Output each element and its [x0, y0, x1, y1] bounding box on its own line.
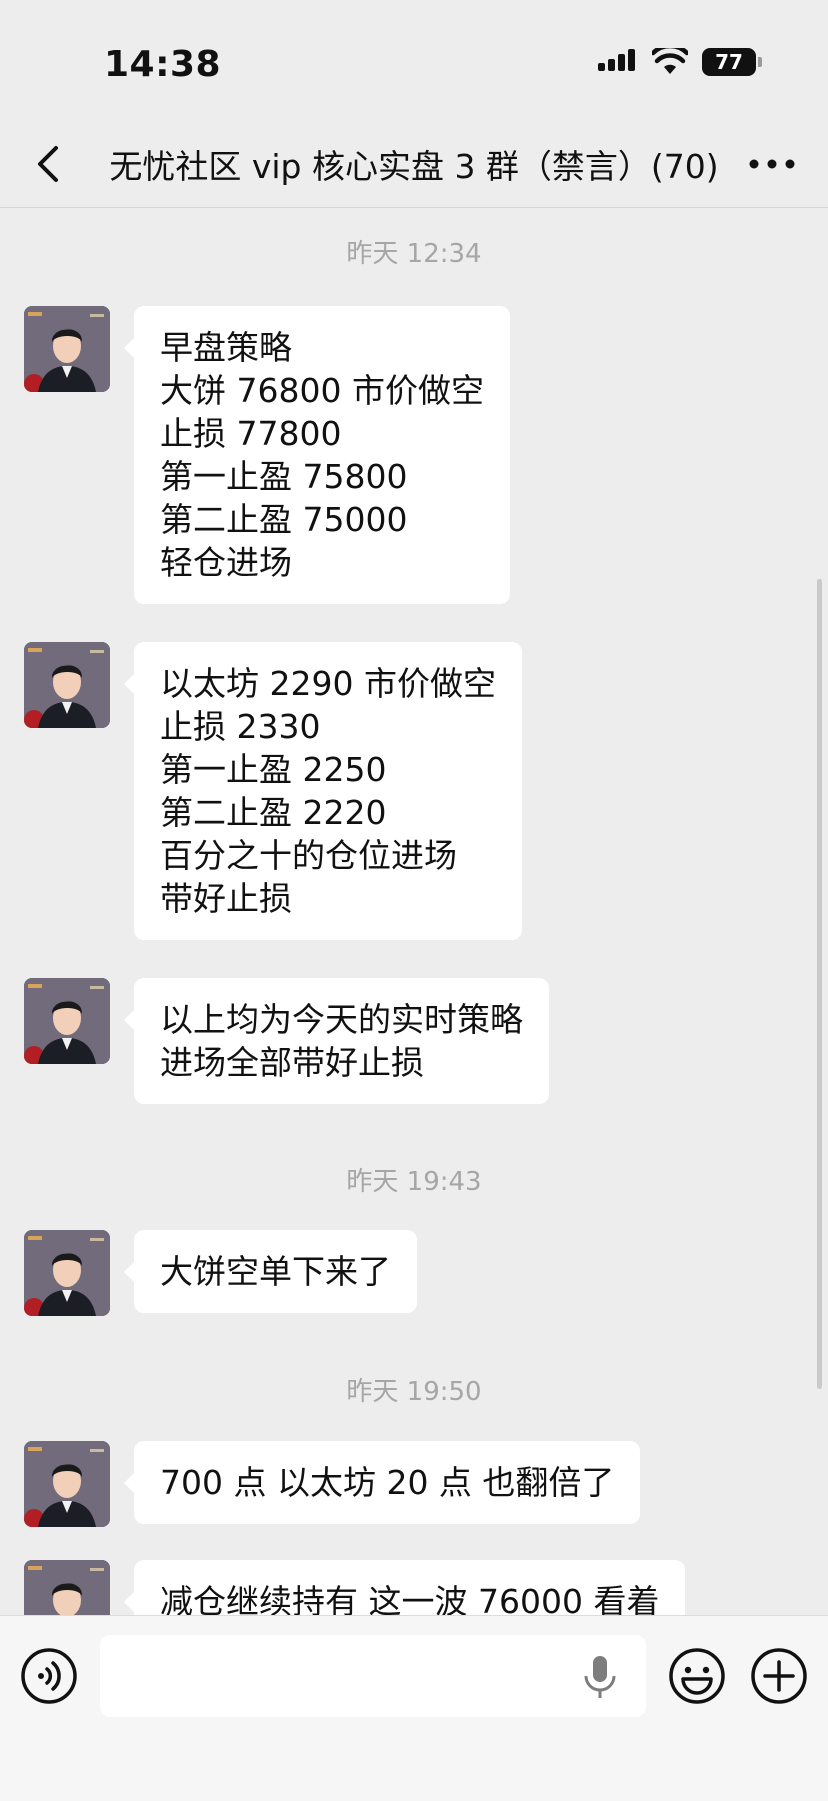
chevron-left-icon[interactable] — [28, 142, 72, 186]
scrollbar[interactable] — [817, 579, 822, 1389]
message-bubble[interactable]: 以太坊 2290 市价做空 止损 2330 第一止盈 2250 第二止盈 222… — [124, 642, 522, 940]
status-bar: 14:38 77 — [0, 0, 828, 120]
timestamp-separator: 昨天 12:34 — [346, 239, 482, 269]
more-horizontal-icon[interactable] — [746, 142, 798, 186]
avatar-image — [24, 1441, 110, 1527]
microphone-icon[interactable] — [582, 1654, 618, 1700]
avatar-image — [24, 642, 110, 728]
emoji-icon[interactable] — [668, 1647, 726, 1705]
message-bubble[interactable]: 减仓继续持有 这一波 76000 看着 — [123, 1560, 686, 1615]
status-time: 14:38 — [104, 44, 222, 85]
plus-icon[interactable] — [750, 1647, 808, 1705]
avatar[interactable] — [24, 978, 110, 1064]
avatar[interactable] — [24, 306, 110, 392]
message-item: 早盘策略 大饼 76800 市价做空 止损 77800 第一止盈 75800 第… — [24, 306, 510, 604]
wifi-icon — [652, 48, 688, 74]
signal-icon — [598, 49, 635, 71]
message-bubble[interactable]: 大饼空单下来了 — [124, 1230, 417, 1313]
timestamp-separator: 昨天 19:50 — [346, 1377, 482, 1407]
message-bubble[interactable]: 700 点 以太坊 20 点 也翻倍了 — [123, 1441, 641, 1524]
message-item: 以太坊 2290 市价做空 止损 2330 第一止盈 2250 第二止盈 222… — [24, 642, 522, 940]
message-item: 减仓继续持有 这一波 76000 看着 — [24, 1560, 686, 1615]
chat-title: 无忧社区 vip 核心实盘 3 群（禁言）(70) — [109, 147, 719, 186]
message-list[interactable]: 昨天 12:34 早盘策略 大饼 76800 市价做空 止损 77800 第一止… — [0, 209, 828, 1615]
message-item: 大饼空单下来了 — [24, 1230, 417, 1316]
avatar-image — [24, 978, 110, 1064]
avatar[interactable] — [24, 1230, 110, 1316]
message-item: 以上均为今天的实时策略 进场全部带好止损 — [24, 978, 549, 1104]
avatar-image — [24, 306, 110, 392]
message-input[interactable] — [100, 1635, 646, 1717]
avatar-image — [24, 1560, 110, 1615]
avatar[interactable] — [24, 1441, 110, 1527]
avatar[interactable] — [24, 642, 110, 728]
avatar-image — [24, 1230, 110, 1316]
voice-icon[interactable] — [20, 1647, 78, 1705]
message-bubble[interactable]: 以上均为今天的实时策略 进场全部带好止损 — [124, 978, 549, 1104]
chat-header: 无忧社区 vip 核心实盘 3 群（禁言）(70) — [0, 120, 828, 208]
avatar[interactable] — [24, 1560, 110, 1615]
battery-indicator: 77 — [702, 48, 762, 76]
status-icons: 77 — [598, 48, 762, 76]
message-bubble[interactable]: 早盘策略 大饼 76800 市价做空 止损 77800 第一止盈 75800 第… — [124, 306, 510, 604]
timestamp-separator: 昨天 19:43 — [346, 1167, 482, 1197]
input-bar — [0, 1615, 828, 1801]
message-item: 700 点 以太坊 20 点 也翻倍了 — [24, 1441, 641, 1527]
